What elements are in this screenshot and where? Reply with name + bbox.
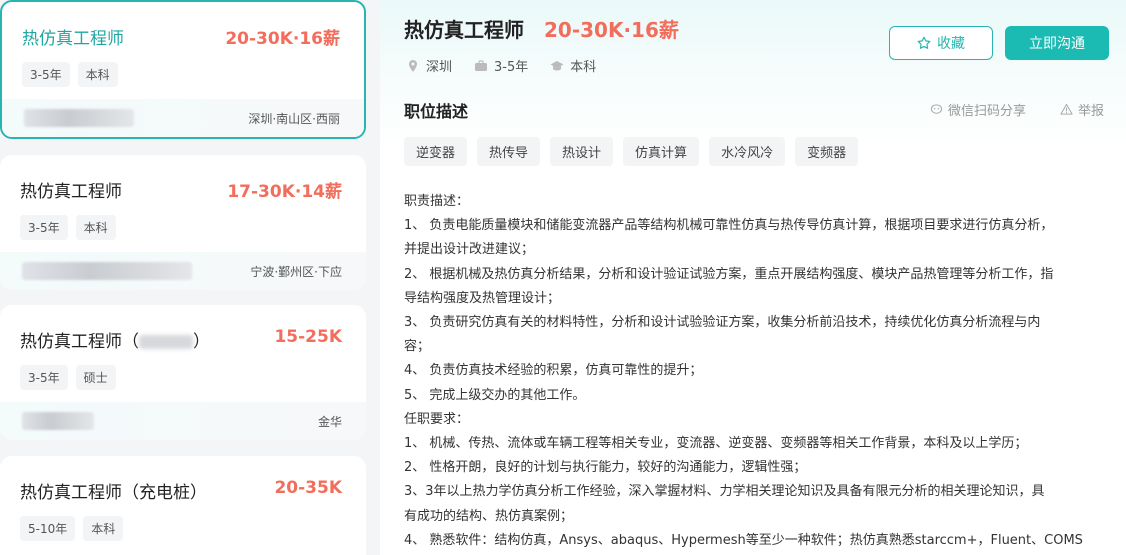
- job-description: 职责描述： 1、 负责电能质量模块和储能变流器产品等结构机械可靠性仿真与热传导仿…: [404, 190, 1112, 553]
- description-line: 任职要求：: [404, 411, 470, 427]
- chat-now-button[interactable]: 立即沟通: [1005, 26, 1109, 60]
- job-list: 热仿真工程师 20-30K·16薪 3-5年 本科 深圳·南山区·西丽 热仿真工…: [0, 0, 366, 555]
- description-line: 导结构强度及热管理设计；: [404, 290, 561, 306]
- description-line: 3、 负责研究仿真有关的材料特性，分析和设计试验验证方案，收集分析前沿技术，持续…: [404, 315, 1041, 331]
- star-icon: [917, 36, 931, 49]
- job-card-tags: 5-10年 本科: [20, 516, 124, 541]
- description-line: 2、 根据机械及热仿真分析结果，分析和设计验证试验方案，重点开展结构强度、模块产…: [404, 266, 1054, 282]
- job-detail-panel: 热仿真工程师 20-30K·16薪 深圳 3-5年 本科 收藏 立即沟通 职位描…: [380, 0, 1126, 555]
- job-card-salary: 15-25K: [274, 327, 342, 347]
- briefcase-icon: [475, 59, 488, 71]
- job-card-title: 热仿真工程师（ ）: [20, 327, 210, 352]
- job-card-location: 深圳·南山区·西丽: [248, 112, 340, 126]
- skill-tag: 变频器: [795, 137, 859, 166]
- job-card-location: 金华: [317, 415, 342, 429]
- job-card-salary: 20-30K·16薪: [225, 29, 340, 49]
- description-line: 职责描述：: [404, 194, 470, 209]
- meta-city: 深圳: [406, 56, 452, 75]
- job-card-tag: 本科: [77, 62, 118, 87]
- wechat-share-link[interactable]: 微信扫码分享: [930, 100, 1026, 119]
- job-card-tag: 3-5年: [20, 365, 68, 390]
- job-card-footer: 深圳·南山区·西丽: [2, 99, 364, 137]
- description-line: 3、3年以上热力学仿真分析工作经验，深入掌握材料、力学相关理论知识及具备有限元分…: [404, 484, 1045, 500]
- meta-degree-text: 本科: [570, 60, 597, 75]
- company-name-blurred: [24, 109, 134, 127]
- job-card-title-text: 热仿真工程师（: [20, 332, 139, 352]
- job-card-location: 宁波·鄞州区·下应: [250, 265, 342, 279]
- job-card[interactable]: 热仿真工程师（充电桩） 20-35K 5-10年 本科: [0, 456, 366, 555]
- job-card-tags: 3-5年 本科: [22, 62, 118, 87]
- job-card-title: 热仿真工程师: [20, 182, 122, 202]
- skill-tag: 热传导: [477, 137, 541, 166]
- job-card-tag: 硕士: [75, 365, 116, 390]
- skill-tag: 水冷风冷: [709, 137, 786, 166]
- job-card-salary: 17-30K·14薪: [227, 182, 342, 202]
- job-card-tag: 5-10年: [20, 516, 76, 541]
- meta-experience-text: 3-5年: [494, 60, 529, 75]
- job-meta: 深圳 3-5年 本科: [406, 56, 596, 75]
- wechat-icon: [930, 104, 943, 114]
- share-label: 微信扫码分享: [948, 104, 1027, 119]
- description-line: 1、 负责电能质量模块和储能变流器产品等结构机械可靠性仿真与热传导仿真计算，根据…: [404, 218, 1054, 234]
- favorite-label: 收藏: [937, 36, 965, 52]
- description-line: 4、 负责仿真技术经验的积累，仿真可靠性的提升；: [404, 363, 703, 379]
- job-card-tags: 3-5年 本科: [20, 215, 116, 240]
- job-card[interactable]: 热仿真工程师 17-30K·14薪 3-5年 本科 宁波·鄞州区·下应: [0, 155, 366, 290]
- meta-experience: 3-5年: [474, 56, 528, 75]
- section-title: 职位描述: [404, 102, 469, 121]
- warning-icon: [1060, 103, 1073, 115]
- description-line: 容；: [404, 339, 431, 355]
- description-line: 2、 性格开朗，良好的计划与执行能力，较好的沟通能力，逻辑性强；: [404, 460, 807, 476]
- job-detail-salary: 20-30K·16薪: [544, 18, 679, 42]
- skill-tag: 热设计: [550, 137, 614, 166]
- job-card-tag: 3-5年: [20, 215, 68, 240]
- description-line: 有成功的结构、热仿真案例；: [404, 508, 574, 524]
- title-blurred-segment: [139, 335, 193, 349]
- graduation-cap-icon: [550, 60, 564, 70]
- job-card-tag: 本科: [75, 215, 116, 240]
- job-detail-title: 热仿真工程师: [404, 18, 524, 42]
- job-card-tag: 3-5年: [22, 62, 70, 87]
- job-card-title-suffix: ）: [193, 332, 210, 352]
- job-card-salary: 20-35K: [274, 478, 342, 498]
- meta-city-text: 深圳: [426, 60, 453, 75]
- description-line: 5、 完成上级交办的其他工作。: [404, 387, 586, 403]
- job-card[interactable]: 热仿真工程师 20-30K·16薪 3-5年 本科 深圳·南山区·西丽: [0, 0, 366, 139]
- job-card-title: 热仿真工程师（充电桩）: [20, 483, 207, 503]
- job-card-tags: 3-5年 硕士: [20, 365, 116, 390]
- report-link[interactable]: 举报: [1060, 100, 1104, 119]
- description-line: 4、 熟悉软件：结构仿真，Ansys、abaqus、Hypermesh等至少一种…: [404, 532, 1083, 548]
- job-card-footer: 金华: [0, 402, 366, 440]
- location-pin-icon: [409, 59, 417, 72]
- skill-tag: 逆变器: [404, 137, 468, 166]
- company-name-blurred: [22, 412, 94, 430]
- skill-tag: 仿真计算: [623, 137, 700, 166]
- skill-tags: 逆变器 热传导 热设计 仿真计算 水冷风冷 变频器: [404, 137, 859, 166]
- description-line: 并提出设计改进建议；: [404, 242, 535, 258]
- company-name-blurred: [22, 262, 192, 280]
- job-card-footer: 宁波·鄞州区·下应: [0, 252, 366, 290]
- job-card-tag: 本科: [83, 516, 124, 541]
- meta-degree: 本科: [550, 56, 596, 75]
- report-label: 举报: [1078, 104, 1105, 119]
- favorite-button[interactable]: 收藏: [889, 26, 993, 60]
- description-line: 1、 机械、传热、流体或车辆工程等相关专业，变流器、逆变器、变频器等相关工作背景…: [404, 436, 1028, 452]
- job-card-title: 热仿真工程师: [22, 29, 124, 49]
- job-card[interactable]: 热仿真工程师（ ） 15-25K 3-5年 硕士 金华: [0, 305, 366, 440]
